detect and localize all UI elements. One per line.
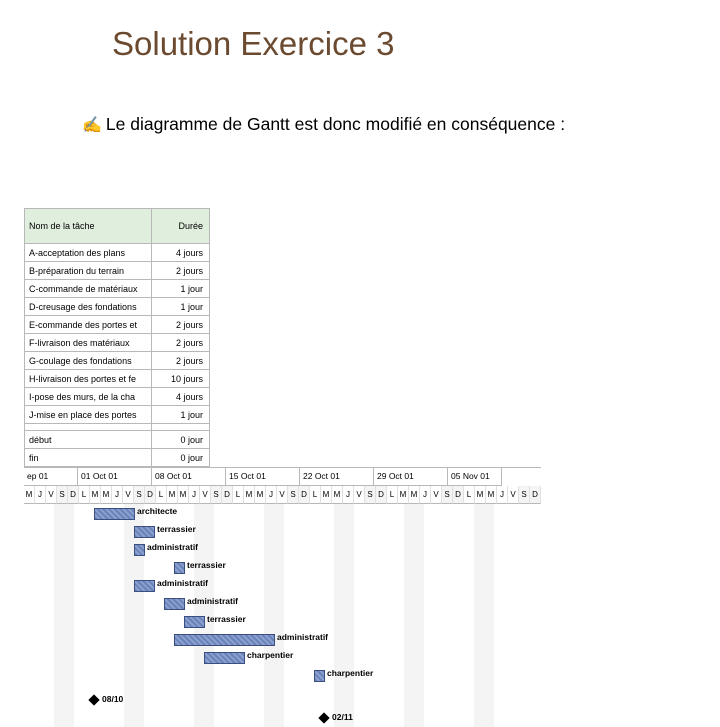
task-duration: 0 jour [152,449,210,467]
task-table: Nom de la tâche Durée A-acceptation des … [24,208,210,467]
week-header: 29 Oct 01 [374,468,448,486]
milestone-label: 08/10 [102,694,123,704]
task-duration: 1 jour [152,406,210,424]
gantt-bar [174,562,185,574]
task-name: G-coulage des fondations [25,352,152,370]
gantt-bar-label: architecte [137,506,177,516]
task-duration: 2 jours [152,262,210,280]
task-duration: 4 jours [152,244,210,262]
milestone-icon [318,712,329,723]
task-name: E-commande des portes et [25,316,152,334]
gantt-bar-label: administratif [187,596,238,606]
col-header-task: Nom de la tâche [25,209,152,244]
task-name: A-acceptation des plans [25,244,152,262]
week-header: 08 Oct 01 [152,468,226,486]
gantt-timeline: ep 0101 Oct 0108 Oct 0115 Oct 0122 Oct 0… [24,467,541,727]
gantt-bar [174,634,275,646]
task-name: J-mise en place des portes [25,406,152,424]
week-header: 05 Nov 01 [448,468,502,486]
task-duration: 2 jours [152,352,210,370]
task-duration: 10 jours [152,370,210,388]
gantt-bar-label: terrassier [157,524,196,534]
task-name: D-creusage des fondations [25,298,152,316]
task-duration: 1 jour [152,298,210,316]
gantt-bar [184,616,205,628]
gantt-bar-label: terrassier [187,560,226,570]
milestone-label: 02/11 [332,712,353,722]
week-header: 01 Oct 01 [78,468,152,486]
gantt-bar-label: charpentier [247,650,293,660]
task-duration: 2 jours [152,334,210,352]
gantt-bar-label: administratif [277,632,328,642]
week-header: 22 Oct 01 [300,468,374,486]
task-name: B-préparation du terrain [25,262,152,280]
gantt-bar [204,652,245,664]
task-name: F-livraison des matériaux [25,334,152,352]
gantt-bar-label: administratif [147,542,198,552]
week-header: 15 Oct 01 [226,468,300,486]
bullet-icon: ✍ [82,113,102,135]
gantt-bar [134,580,155,592]
gantt-bar-label: charpentier [327,668,373,678]
body-text: Le diagramme de Gantt est donc modifié e… [106,113,565,136]
col-header-duration: Durée [152,209,210,244]
task-name: C-commande de matériaux [25,280,152,298]
gantt-chart: Nom de la tâche Durée A-acceptation des … [24,208,720,727]
milestone-icon [88,694,99,705]
slide-title: Solution Exercice 3 [0,0,720,63]
gantt-bar [314,670,325,682]
gantt-bar-label: terrassier [207,614,246,624]
gantt-bar [134,526,155,538]
week-header: ep 01 [24,468,78,486]
gantt-bar [94,508,135,520]
task-duration: 2 jours [152,316,210,334]
gantt-bar [164,598,185,610]
gantt-bar-label: administratif [157,578,208,588]
task-duration: 1 jour [152,280,210,298]
task-name: I-pose des murs, de la cha [25,388,152,406]
task-duration: 4 jours [152,388,210,406]
task-duration: 0 jour [152,431,210,449]
task-name: début [25,431,152,449]
task-name: H-livraison des portes et fe [25,370,152,388]
gantt-bar [134,544,145,556]
task-name: fin [25,449,152,467]
